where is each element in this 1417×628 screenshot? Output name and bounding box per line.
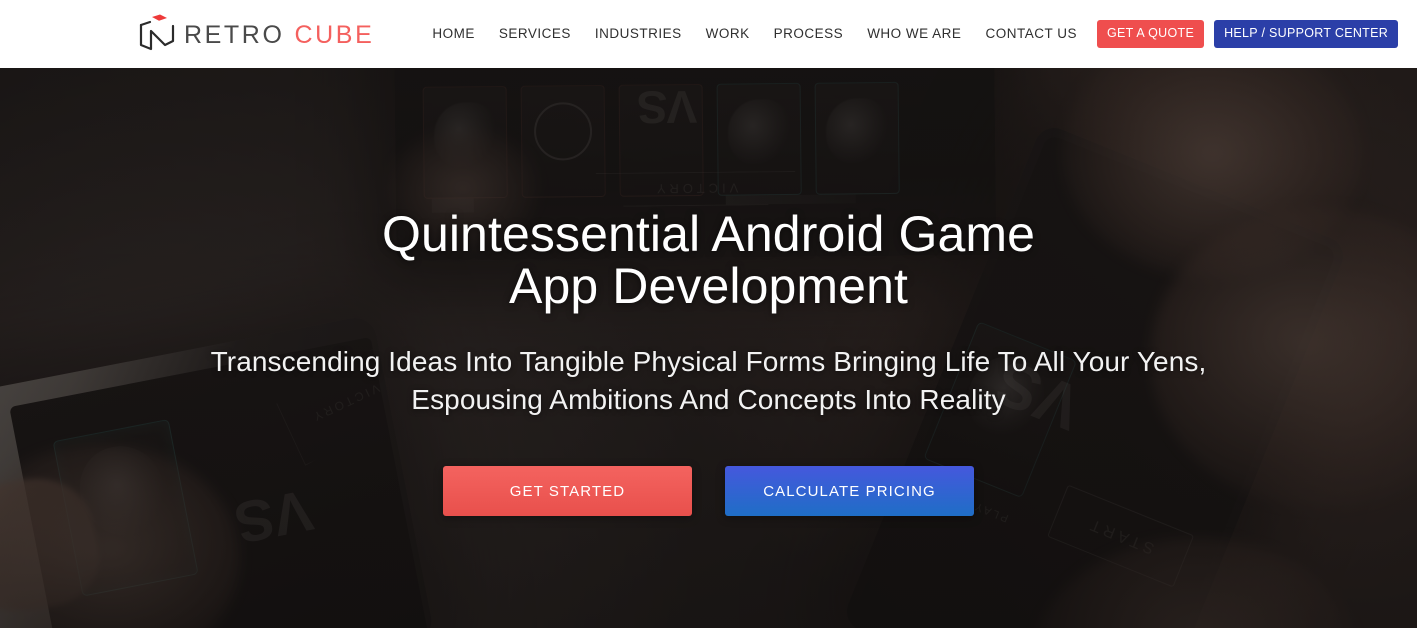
nav-item-industries[interactable]: INDUSTRIES (583, 21, 694, 47)
nav-item-home[interactable]: HOME (420, 21, 487, 47)
nav-item-contact-us[interactable]: CONTACT US (973, 21, 1089, 47)
get-started-button[interactable]: GET STARTED (443, 466, 692, 517)
site-header: RETRO CUBE HOME SERVICES INDUSTRIES WORK … (0, 0, 1417, 68)
hero-subtitle: Transcending Ideas Into Tangible Physica… (0, 343, 1417, 419)
nav-item-services[interactable]: SERVICES (487, 21, 583, 47)
main-navigation: HOME SERVICES INDUSTRIES WORK PROCESS WH… (420, 20, 1417, 48)
hero-content: Quintessential Android Game App Developm… (0, 68, 1417, 628)
help-support-center-button[interactable]: HELP / SUPPORT CENTER (1214, 20, 1399, 48)
hero-cta-row: GET STARTED CALCULATE PRICING (0, 466, 1417, 517)
hero-title-line-2: App Development (509, 258, 908, 314)
brand-text-retro: RETRO (184, 20, 285, 49)
nav-item-who-we-are[interactable]: WHO WE ARE (855, 21, 973, 47)
page-root: RETRO CUBE HOME SERVICES INDUSTRIES WORK … (0, 0, 1417, 628)
brand-wordmark: RETRO CUBE (184, 20, 375, 49)
brand-logo-link[interactable]: RETRO CUBE (138, 14, 374, 54)
hero-title-line-1: Quintessential Android Game (381, 206, 1036, 262)
brand-text-cube: CUBE (294, 20, 375, 49)
get-a-quote-button[interactable]: GET A QUOTE (1096, 20, 1205, 48)
nav-item-process[interactable]: PROCESS (762, 21, 856, 47)
hero-subtitle-line-1: Transcending Ideas Into Tangible Physica… (210, 346, 1207, 377)
hero-subtitle-line-2: Espousing Ambitions And Concepts Into Re… (411, 384, 1006, 416)
cube-logo-icon (138, 14, 180, 52)
hero-section: VS VICTORY PLAYER 2 VS VICTORY (0, 68, 1417, 628)
hero-title: Quintessential Android Game App Developm… (0, 208, 1417, 312)
calculate-pricing-button[interactable]: CALCULATE PRICING (725, 466, 974, 517)
nav-item-work[interactable]: WORK (694, 21, 762, 47)
